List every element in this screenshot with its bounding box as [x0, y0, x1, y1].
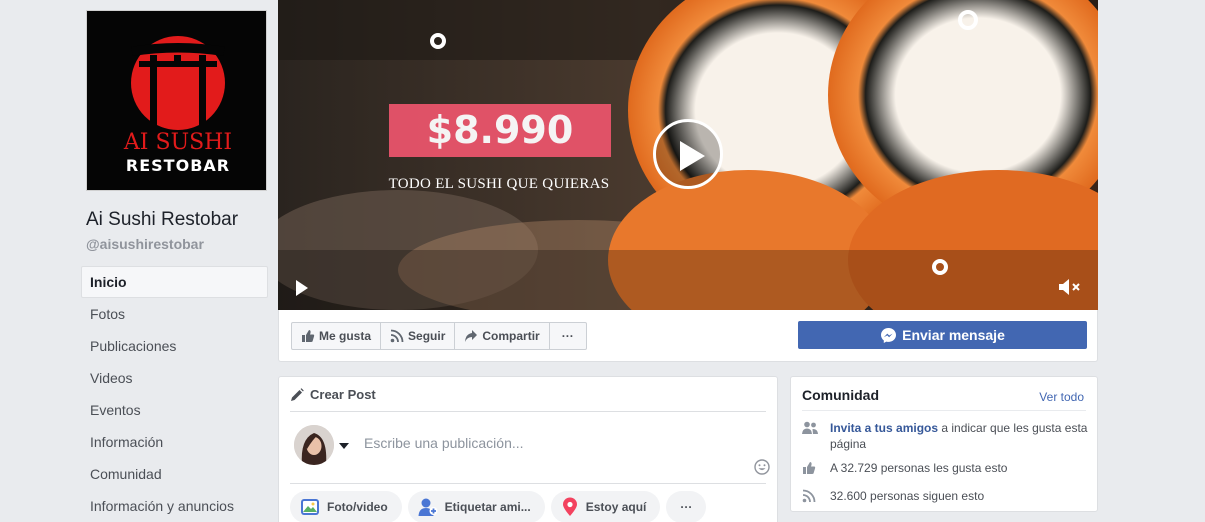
mute-button[interactable] — [1057, 277, 1083, 297]
more-options-button[interactable]: ··· — [666, 491, 707, 522]
like-label: Me gusta — [319, 329, 372, 343]
community-title: Comunidad — [802, 387, 879, 403]
mute-icon — [1059, 279, 1080, 295]
profile-picture[interactable]: AI SUSHI RESTOBAR — [86, 10, 267, 191]
cover-video[interactable]: $8.990 TODO EL SUSHI QUE QUIERAS — [278, 0, 1098, 310]
promo-price: $8.990 — [389, 104, 611, 157]
invite-friends-link[interactable]: Invita a tus amigos — [830, 421, 938, 435]
follow-label: Seguir — [408, 329, 446, 343]
audience-dropdown-caret[interactable] — [339, 443, 349, 449]
decor-ring — [932, 259, 948, 275]
play-icon — [680, 141, 705, 171]
emoji-button[interactable] — [754, 459, 770, 480]
nav-item-inicio[interactable]: Inicio — [81, 266, 268, 298]
nav-item-informacion[interactable]: Información — [81, 426, 268, 458]
play-icon — [296, 280, 308, 296]
likes-count-text: A 32.729 personas les gusta esto — [830, 461, 1008, 475]
decor-ring — [430, 33, 446, 49]
see-all-link[interactable]: Ver todo — [1039, 390, 1084, 404]
post-options: Foto/video Etiquetar ami... Estoy aquí ·… — [290, 491, 707, 522]
followers-count-text: 32.600 personas siguen esto — [830, 489, 985, 503]
tag-friends-icon — [418, 498, 438, 516]
tag-friends-label: Etiquetar ami... — [444, 500, 531, 514]
follow-button[interactable]: Seguir — [380, 322, 456, 350]
thumbs-up-icon — [302, 330, 315, 342]
divider — [802, 410, 1086, 411]
nav-item-fotos[interactable]: Fotos — [81, 298, 268, 330]
share-label: Compartir — [482, 329, 540, 343]
smiley-icon — [754, 459, 770, 475]
nav-item-eventos[interactable]: Eventos — [81, 394, 268, 426]
more-icon: ··· — [680, 500, 693, 514]
divider — [290, 483, 766, 484]
logo-text-bottom: RESTOBAR — [126, 156, 230, 175]
restaurant-logo: AI SUSHI RESTOBAR — [87, 11, 266, 190]
send-message-button[interactable]: Enviar mensaje — [798, 321, 1087, 349]
pencil-icon — [291, 387, 304, 401]
send-message-label: Enviar mensaje — [902, 327, 1005, 343]
likes-count-row: A 32.729 personas les gusta esto — [802, 460, 1087, 476]
video-play-control[interactable] — [294, 279, 310, 297]
page-nav: Inicio Fotos Publicaciones Videos Evento… — [81, 266, 268, 522]
page-username[interactable]: @aisushirestobar — [86, 236, 204, 252]
invite-friends-row: Invita a tus amigos a indicar que les gu… — [802, 420, 1087, 452]
create-post-tab[interactable]: Crear Post — [290, 387, 376, 402]
action-button-group: Me gusta Seguir Compartir ··· — [291, 322, 587, 350]
more-dots-icon: ··· — [561, 329, 574, 343]
like-button[interactable]: Me gusta — [291, 322, 382, 350]
community-card: Comunidad Ver todo Invita a tus amigos a… — [790, 376, 1098, 512]
nav-item-comunidad[interactable]: Comunidad — [81, 458, 268, 490]
create-post-card: Crear Post Escribe una publicación... Fo… — [278, 376, 778, 522]
logo-text-top: AI SUSHI — [123, 130, 232, 155]
nav-item-videos[interactable]: Videos — [81, 362, 268, 394]
thumbs-up-icon — [803, 462, 816, 474]
check-in-button[interactable]: Estoy aquí — [550, 491, 661, 522]
rss-icon — [390, 329, 404, 343]
messenger-icon — [881, 327, 897, 343]
create-post-title: Crear Post — [310, 387, 376, 402]
promo-caption: TODO EL SUSHI QUE QUIERAS — [388, 176, 610, 192]
nav-item-publicaciones[interactable]: Publicaciones — [81, 330, 268, 362]
friends-icon — [802, 421, 818, 434]
avatar[interactable] — [294, 425, 334, 465]
post-composer-input[interactable]: Escribe una publicación... — [364, 435, 744, 451]
photo-icon — [301, 499, 319, 515]
followers-count-row: 32.600 personas siguen esto — [802, 488, 1087, 504]
share-button[interactable]: Compartir — [454, 322, 550, 350]
photo-video-button[interactable]: Foto/video — [290, 491, 402, 522]
share-arrow-icon — [465, 330, 478, 342]
page-action-bar: Me gusta Seguir Compartir ··· Enviar men… — [278, 310, 1098, 362]
more-actions-button[interactable]: ··· — [548, 322, 587, 350]
check-in-label: Estoy aquí — [585, 500, 647, 514]
photo-video-label: Foto/video — [327, 500, 388, 514]
user-photo — [294, 425, 334, 465]
rss-icon — [802, 489, 816, 503]
play-button[interactable] — [653, 119, 723, 189]
location-pin-icon — [562, 497, 577, 516]
tag-friends-button[interactable]: Etiquetar ami... — [407, 491, 545, 522]
nav-item-informacion-anuncios[interactable]: Información y anuncios — [81, 490, 268, 522]
divider — [290, 411, 766, 412]
page-title[interactable]: Ai Sushi Restobar — [86, 209, 238, 231]
decor-ring — [958, 10, 978, 30]
